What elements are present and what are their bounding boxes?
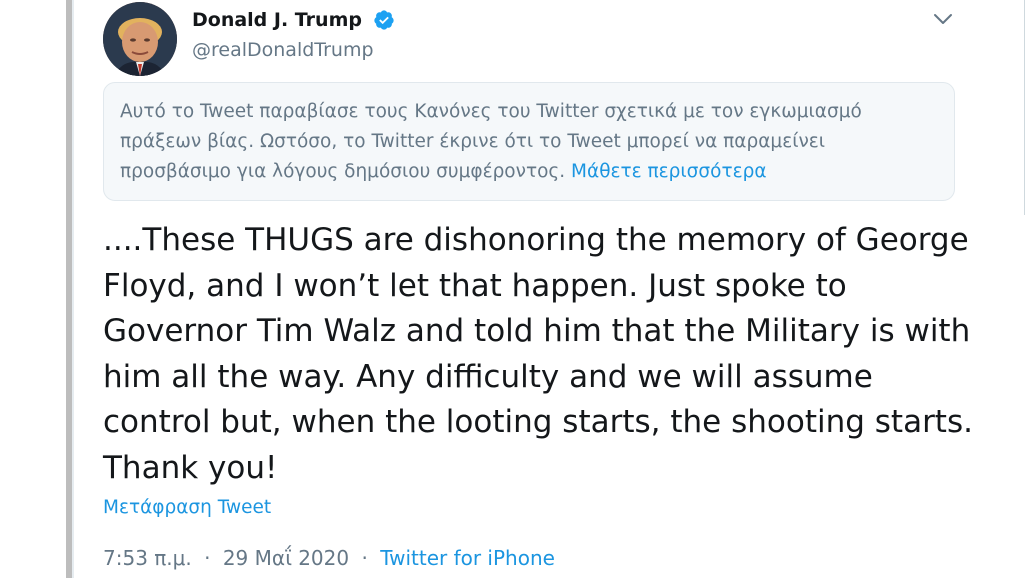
avatar[interactable] xyxy=(103,2,177,76)
interstitial-notice: Αυτό το Tweet παραβίασε τους Κανόνες του… xyxy=(103,82,955,201)
right-border xyxy=(1024,0,1025,215)
tweet-page: Donald J. Trump @realDonaldTrump Αυτό το… xyxy=(0,0,1028,578)
meta-separator: · xyxy=(204,546,211,570)
learn-more-link[interactable]: Μάθετε περισσότερα xyxy=(571,161,766,182)
chevron-down-icon[interactable] xyxy=(930,8,956,30)
tweet-source-link[interactable]: Twitter for iPhone xyxy=(380,546,555,570)
meta-separator: · xyxy=(361,546,368,570)
left-border-inner xyxy=(72,0,74,578)
avatar-image xyxy=(103,2,177,76)
display-name[interactable]: Donald J. Trump xyxy=(192,9,362,31)
left-gutter xyxy=(0,0,66,578)
tweet-time[interactable]: 7:53 π.μ. xyxy=(103,546,192,570)
tweet-date[interactable]: 29 Μαΐ 2020 xyxy=(223,546,349,570)
tweet-text: ....These THUGS are dishonoring the memo… xyxy=(103,222,973,486)
verified-badge-icon xyxy=(374,10,394,30)
tweet-meta: 7:53 π.μ. · 29 Μαΐ 2020 · Twitter for iP… xyxy=(103,546,555,570)
handle[interactable]: @realDonaldTrump xyxy=(192,39,374,61)
translate-tweet-link[interactable]: Μετάφραση Tweet xyxy=(103,497,271,518)
